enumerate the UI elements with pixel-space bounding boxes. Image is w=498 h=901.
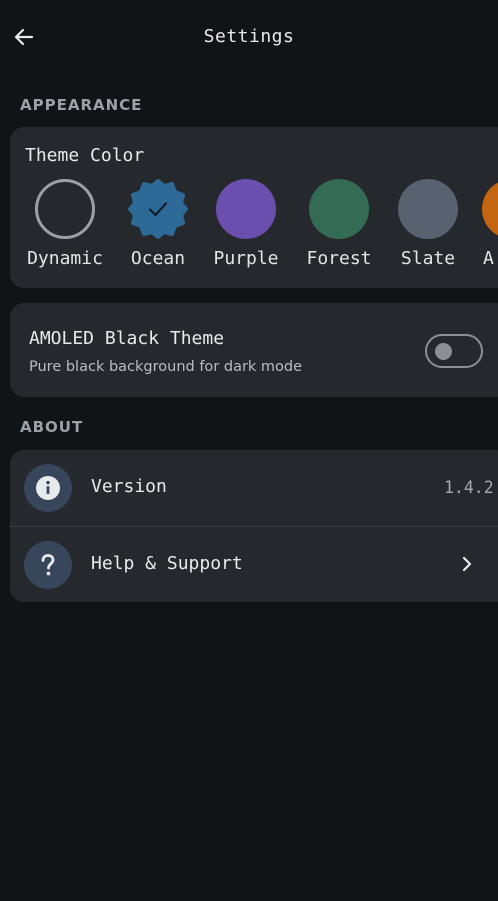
- theme-option-label: Purple: [213, 248, 279, 269]
- theme-option-partial[interactable]: A: [472, 179, 498, 274]
- swatch-partial: [482, 179, 498, 239]
- version-row[interactable]: Version 1.4.2: [10, 450, 498, 526]
- theme-option-purple[interactable]: Purple: [201, 179, 291, 274]
- swatch-forest: [309, 179, 369, 239]
- help-icon-badge: [24, 541, 72, 589]
- amoled-subtitle: Pure black background for dark mode: [29, 359, 303, 375]
- help-support-label: Help & Support: [91, 553, 243, 574]
- info-icon: [36, 476, 60, 500]
- help-icon: [41, 554, 55, 576]
- theme-option-ocean[interactable]: Ocean: [113, 179, 203, 274]
- amoled-title: AMOLED Black Theme: [29, 328, 225, 349]
- swatch-slate: [398, 179, 458, 239]
- theme-option-dynamic[interactable]: Dynamic: [20, 179, 110, 274]
- version-value: 1.4.2: [444, 478, 494, 497]
- theme-option-label: Ocean: [130, 248, 186, 269]
- swatch-dynamic: [35, 179, 95, 239]
- amoled-theme-card[interactable]: AMOLED Black Theme Pure black background…: [10, 303, 498, 397]
- checkmark-icon: [148, 202, 168, 217]
- about-section-label: ABOUT: [20, 418, 84, 436]
- theme-color-card: Theme Color Dynamic Ocean Purple Forest …: [10, 127, 498, 288]
- amoled-toggle[interactable]: [425, 334, 483, 368]
- theme-option-label: Slate: [400, 248, 456, 269]
- theme-option-label: A: [483, 248, 494, 269]
- theme-swatch-list: Dynamic Ocean Purple Forest Slate A: [10, 179, 498, 274]
- about-card: Version 1.4.2 Help & Support: [10, 450, 498, 602]
- theme-option-label: Forest: [306, 248, 372, 269]
- version-label: Version: [91, 476, 167, 497]
- top-app-bar: Settings: [0, 0, 498, 74]
- help-support-row[interactable]: Help & Support: [10, 527, 498, 603]
- appearance-section-label: APPEARANCE: [20, 96, 143, 114]
- toggle-knob: [435, 343, 452, 360]
- theme-option-slate[interactable]: Slate: [383, 179, 473, 274]
- settings-screen: Settings APPEARANCE Theme Color Dynamic …: [0, 0, 498, 901]
- swatch-purple: [216, 179, 276, 239]
- theme-option-forest[interactable]: Forest: [294, 179, 384, 274]
- chevron-right-icon: [462, 556, 472, 572]
- page-title: Settings: [203, 26, 295, 47]
- version-icon-badge: [24, 464, 72, 512]
- theme-option-label: Dynamic: [27, 248, 103, 269]
- theme-color-title: Theme Color: [25, 145, 145, 166]
